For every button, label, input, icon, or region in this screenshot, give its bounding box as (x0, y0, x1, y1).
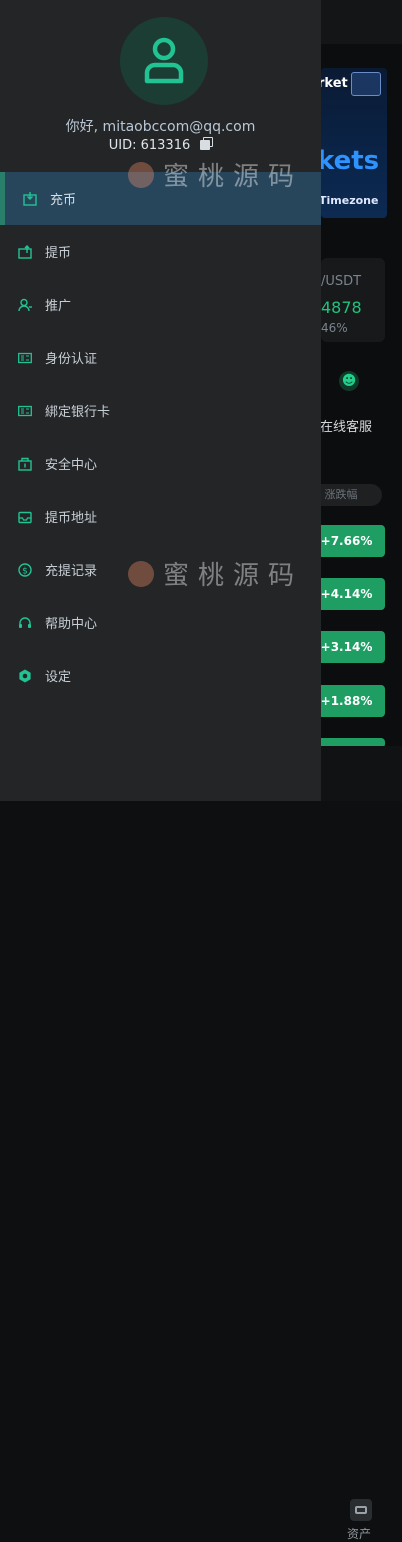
uid-row: UID: 613316 (0, 137, 321, 153)
svg-text:$: $ (22, 566, 28, 576)
watermark-text: 蜜桃源码 (163, 162, 304, 192)
menu-item-settings[interactable]: 设定 (0, 649, 321, 702)
nav-assets-label[interactable]: 资产 (347, 1525, 371, 1542)
drawer-menu: 充币 提币 推广 身份认证 綁定银行卡 安全中心 提币地址 $ 充提记录 帮助中… (0, 172, 321, 702)
promote-icon (18, 298, 32, 312)
settings-icon (18, 669, 32, 683)
menu-label: 綁定银行卡 (45, 405, 111, 420)
ticker-pair: /USDT (321, 274, 362, 289)
id-card-icon (18, 351, 32, 365)
bank-card-icon (18, 404, 32, 418)
promo-banner[interactable]: rket kets Timezone (321, 68, 387, 218)
watermark-logo (128, 561, 154, 587)
menu-item-help[interactable]: 帮助中心 (0, 596, 321, 649)
menu-label: 推广 (45, 299, 72, 314)
menu-label: 安全中心 (45, 458, 98, 473)
menu-item-security[interactable]: 安全中心 (0, 437, 321, 490)
headset-icon (18, 616, 32, 630)
menu-label: 充币 (50, 193, 77, 208)
security-icon (18, 457, 32, 471)
banner-line3: Timezone (321, 194, 379, 207)
address-icon (18, 510, 32, 524)
menu-item-withdraw-address[interactable]: 提币地址 (0, 490, 321, 543)
menu-label: 设定 (45, 670, 72, 685)
watermark-logo (128, 162, 154, 188)
menu-item-bank-card[interactable]: 綁定银行卡 (0, 384, 321, 437)
user-icon (144, 37, 184, 84)
menu-label: 提币 (45, 246, 72, 261)
uid-text: UID: 613316 (108, 138, 191, 153)
deposit-icon (23, 191, 37, 206)
side-drawer: 你好, mitaobccom@qq.com UID: 613316 充币 提币 … (0, 0, 321, 801)
copy-icon[interactable] (200, 137, 214, 150)
menu-item-promote[interactable]: 推广 (0, 278, 321, 331)
menu-label: 充提记录 (45, 564, 98, 579)
menu-label: 帮助中心 (45, 617, 98, 632)
ticker-change: 46% (321, 321, 348, 335)
watermark-text: 蜜桃源码 (163, 561, 304, 591)
menu-label: 身份认证 (45, 352, 98, 367)
banner-badge (351, 72, 381, 96)
banner-line1: rket (321, 76, 348, 91)
customer-service-label[interactable]: 在线客服 (320, 416, 372, 435)
withdraw-icon (18, 244, 32, 259)
records-icon: $ (18, 562, 32, 577)
menu-label: 提币地址 (45, 511, 98, 526)
menu-item-identity[interactable]: 身份认证 (0, 331, 321, 384)
customer-service-icon[interactable]: ☻ (339, 371, 359, 391)
menu-item-withdraw[interactable]: 提币 (0, 225, 321, 278)
banner-line2: kets (321, 146, 380, 176)
avatar[interactable] (120, 17, 208, 105)
ticker-price: 4878 (321, 298, 362, 317)
wallet-icon[interactable] (350, 1499, 372, 1521)
user-greeting: 你好, mitaobccom@qq.com (65, 119, 256, 135)
